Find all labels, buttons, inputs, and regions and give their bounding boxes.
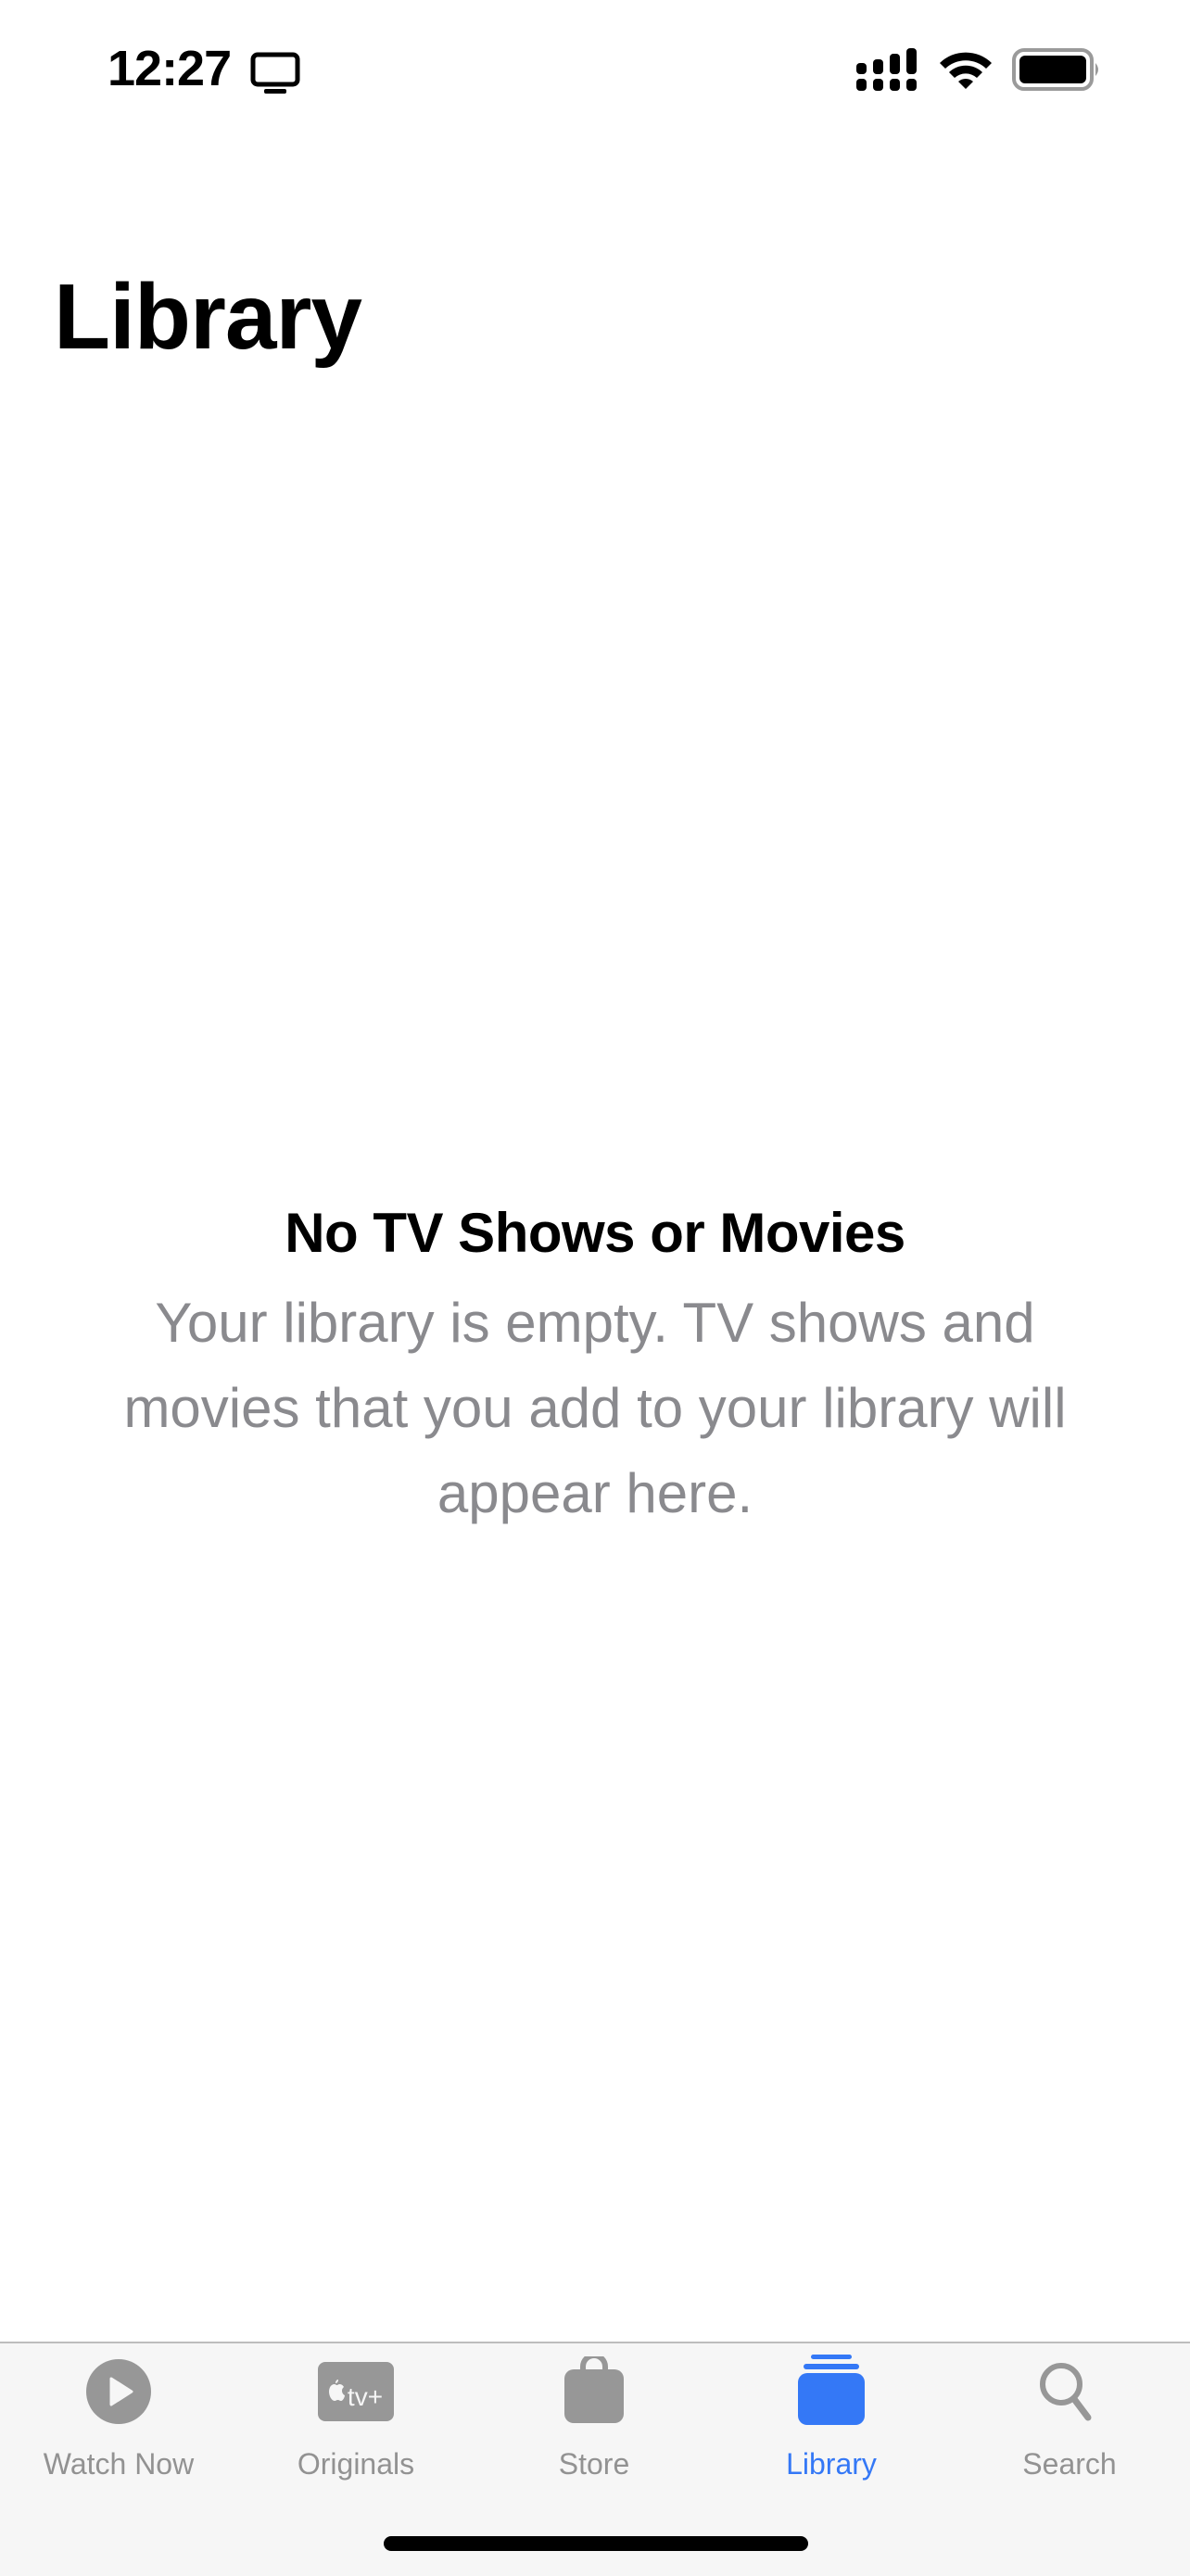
apple-tv-plus-text: tv+ [347, 2382, 384, 2411]
tab-label: Search [1022, 2447, 1117, 2481]
wifi-icon [940, 52, 992, 89]
page-title: Library [54, 265, 362, 369]
empty-state-description: Your library is empty. TV shows and movi… [123, 1292, 1067, 1524]
tab-label: Watch Now [43, 2447, 195, 2481]
shopping-bag-icon [564, 2356, 624, 2423]
tab-label: Library [786, 2447, 877, 2481]
tab-watch-now[interactable]: Watch Now [0, 2343, 237, 2501]
status-time: 12:27 [108, 41, 232, 96]
status-bar: 12:27 [0, 0, 1190, 139]
tab-label: Originals [297, 2447, 415, 2481]
cellular-signal-icon [856, 48, 917, 91]
tab-label: Store [558, 2447, 630, 2481]
library-stack-icon [798, 2355, 865, 2425]
tab-store[interactable]: Store [475, 2343, 713, 2501]
magnifying-glass-icon [1040, 2363, 1092, 2421]
tab-library[interactable]: Library [713, 2343, 950, 2501]
tab-search[interactable]: Search [951, 2343, 1188, 2501]
home-indicator[interactable] [384, 2536, 808, 2551]
play-circle-icon [86, 2359, 151, 2424]
tv-icon [250, 52, 300, 94]
tab-originals[interactable]: tv+ Originals [237, 2343, 475, 2501]
empty-state-title: No TV Shows or Movies [285, 1202, 905, 1264]
battery-icon [1012, 48, 1098, 91]
empty-state: No TV Shows or Movies Your library is em… [0, 1195, 1190, 1536]
